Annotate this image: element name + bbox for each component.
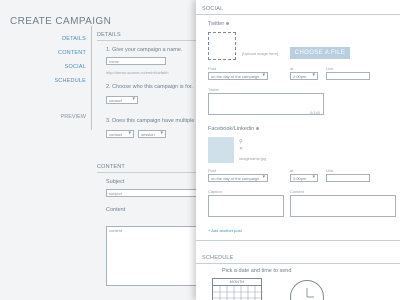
clock-hands — [306, 288, 314, 298]
facebook-image-thumbnail — [208, 137, 234, 163]
add-post-link[interactable]: + Add another post — [208, 228, 242, 233]
content-textarea[interactable]: content — [106, 226, 198, 286]
twitter-post-select[interactable]: on the day of the campaign — [208, 72, 268, 80]
section-nav: DETAILS CONTENT SOCIAL SCHEDULE — [10, 32, 86, 88]
content-rule — [97, 172, 196, 173]
nav-item-social[interactable]: SOCIAL — [10, 60, 86, 74]
social-heading: SOCIAL — [202, 6, 224, 12]
facebook-link-label: Link — [326, 168, 334, 173]
campaign-url: http://demo-source.co/embt/clzfaf/h — [106, 70, 169, 75]
facebook-link-input[interactable] — [326, 174, 370, 182]
nav-divider — [91, 26, 92, 130]
magnify-icon[interactable]: ⚲ — [239, 139, 243, 145]
twitter-remove-icon[interactable] — [226, 22, 230, 26]
tweet-counter: 0/140 — [310, 110, 321, 115]
subject-label: Subject — [106, 179, 125, 185]
facebook-remove-icon[interactable] — [256, 127, 260, 131]
facebook-time-select[interactable]: 2:00pm — [290, 174, 318, 182]
twitter-title-text: Twitter — [208, 21, 225, 27]
facebook-content-textarea[interactable] — [290, 195, 396, 217]
social-panel: SOCIAL Twitter [Upload image here] CHOOS… — [196, 0, 400, 300]
twitter-post-label: Post — [208, 66, 217, 71]
question-multiple: 3. Does this campaign have multiple — [106, 118, 195, 124]
question-audience: 2. Choose who this campaign is for. — [106, 84, 193, 90]
calendar-grid — [213, 286, 263, 300]
audience-select[interactable]: contact — [106, 96, 138, 104]
social-rule — [196, 14, 400, 15]
choose-file-button[interactable]: CHOOSE A FILE — [290, 47, 350, 59]
caption-label: Caption — [208, 189, 222, 194]
nav-item-content[interactable]: CONTENT — [10, 46, 86, 60]
twitter-link-input[interactable] — [326, 72, 370, 80]
multiple-select-contact[interactable]: contact — [106, 130, 134, 138]
facebook-post-label: Post — [208, 168, 217, 173]
tweet-textarea[interactable] — [208, 93, 324, 115]
schedule-prompt: Pick a date and time to send — [222, 268, 292, 274]
delete-image-icon[interactable]: ✕ — [239, 146, 243, 152]
schedule-heading: SCHEDULE — [202, 255, 234, 261]
content-heading: CONTENT — [97, 164, 125, 170]
time-picker-clock[interactable] — [290, 280, 324, 300]
calendar-month-label: MONTH — [213, 279, 261, 286]
content-label: Content — [106, 207, 126, 213]
schedule-rule — [196, 263, 400, 264]
tweet-label: Tweet — [208, 87, 219, 92]
facebook-title-text: Facebook/Linkedin — [208, 126, 255, 132]
twitter-image-hint: [Upload image here] — [242, 51, 279, 56]
question-name: 1. Give your campaign a name. — [106, 47, 183, 53]
twitter-title: Twitter — [208, 21, 230, 27]
subject-input[interactable]: subject — [106, 189, 198, 197]
facebook-title: Facebook/Linkedin — [208, 126, 260, 132]
facebook-content-label: Content — [290, 189, 305, 194]
schedule-top-rule — [196, 240, 400, 241]
twitter-image-dropzone[interactable] — [208, 32, 236, 60]
date-picker-calendar[interactable]: MONTH — [212, 278, 263, 300]
twitter-link-label: Link — [326, 66, 334, 71]
caption-textarea[interactable] — [208, 195, 284, 217]
facebook-post-select[interactable]: on the day of the campaign — [208, 174, 268, 182]
page-title: CREATE CAMPAIGN — [10, 16, 112, 27]
nav-item-details[interactable]: DETAILS — [10, 32, 86, 46]
details-rule — [97, 40, 196, 41]
twitter-time-select[interactable]: 2:00pm — [290, 72, 318, 80]
nav-item-schedule[interactable]: SCHEDULE — [10, 74, 86, 88]
details-heading: DETAILS — [97, 32, 121, 38]
facebook-at-label: at — [290, 168, 294, 173]
multiple-select-session[interactable]: session — [138, 130, 166, 138]
nav-item-preview[interactable]: PREVIEW — [10, 114, 86, 120]
facebook-image-filename: imagename.jpg — [239, 156, 267, 161]
twitter-at-label: at — [290, 66, 294, 71]
campaign-name-input[interactable]: name — [106, 57, 166, 65]
